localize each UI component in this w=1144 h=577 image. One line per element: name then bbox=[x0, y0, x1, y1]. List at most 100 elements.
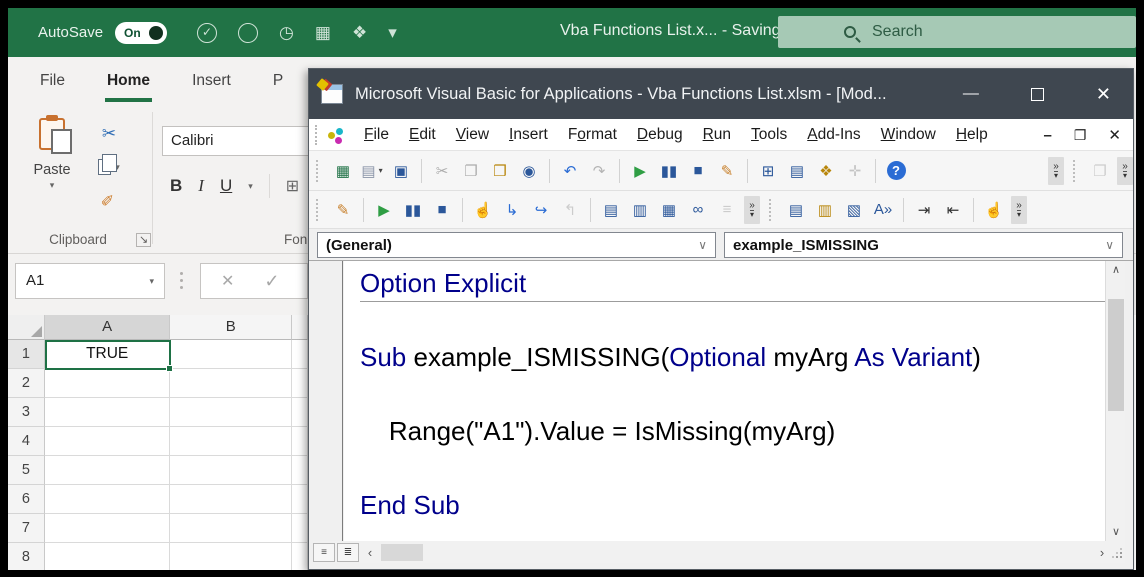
immediate-window-icon[interactable]: ▥ bbox=[628, 197, 652, 222]
tab-home[interactable]: Home bbox=[105, 72, 152, 102]
toolbar-grip[interactable] bbox=[1073, 160, 1079, 182]
call-stack-icon[interactable]: ≡ bbox=[715, 197, 739, 222]
cell-b1[interactable] bbox=[170, 340, 292, 369]
outdent-icon[interactable]: ⇤ bbox=[941, 197, 965, 222]
list-constants-icon[interactable]: ▥ bbox=[813, 197, 837, 222]
mdi-close-button[interactable]: ✕ bbox=[1108, 126, 1121, 144]
font-name-combo[interactable]: Calibri bbox=[162, 126, 312, 156]
menu-run[interactable]: Run bbox=[693, 122, 741, 148]
row-header-3[interactable]: 3 bbox=[8, 398, 45, 427]
cell-a2[interactable] bbox=[45, 369, 171, 398]
chevron-down-icon[interactable]: ∨ bbox=[698, 238, 707, 252]
cell-partial[interactable] bbox=[292, 398, 308, 427]
vba-titlebar[interactable]: Microsoft Visual Basic for Applications … bbox=[309, 69, 1133, 119]
cut-button[interactable]: ✂ bbox=[92, 122, 126, 146]
toolbar-options-button[interactable] bbox=[1048, 157, 1064, 185]
scroll-right-icon[interactable]: › bbox=[1093, 543, 1111, 562]
insert-userform-icon[interactable]: ▤▾ bbox=[360, 158, 384, 183]
bold-button[interactable]: B bbox=[170, 176, 182, 196]
undo-icon[interactable]: ↶ bbox=[558, 158, 582, 183]
run-icon[interactable]: ▶ bbox=[372, 197, 396, 222]
chevron-down-icon[interactable]: ∨ bbox=[1105, 238, 1114, 252]
italic-button[interactable]: I bbox=[198, 176, 204, 196]
toolbox-icon[interactable]: ✛ bbox=[843, 158, 867, 183]
underline-chevron-icon[interactable]: ▾ bbox=[248, 181, 253, 192]
format-painter-button[interactable]: ✎ bbox=[92, 188, 126, 212]
clock-icon[interactable]: ◷ bbox=[279, 23, 294, 43]
code-editor[interactable]: Option Explicit Sub example_ISMISSING(Op… bbox=[344, 261, 1105, 541]
cell-b8[interactable] bbox=[170, 543, 292, 570]
quick-info-icon[interactable]: ▧ bbox=[842, 197, 866, 222]
cell-a7[interactable] bbox=[45, 514, 171, 543]
vertical-scrollbar-thumb[interactable] bbox=[1108, 299, 1124, 411]
toolbar-grip[interactable] bbox=[316, 160, 322, 182]
row-header-1[interactable]: 1 bbox=[8, 340, 45, 369]
formula-enter-icon[interactable]: ✓ bbox=[264, 271, 279, 292]
copy-button[interactable]: ▾ bbox=[92, 155, 126, 179]
select-all-corner[interactable] bbox=[8, 315, 45, 340]
cell-partial[interactable] bbox=[292, 369, 308, 398]
column-header-partial[interactable] bbox=[292, 315, 308, 340]
sheet-window-icon[interactable]: ▦ bbox=[315, 23, 331, 43]
step-over-icon[interactable]: ↪ bbox=[529, 197, 553, 222]
cell-partial[interactable] bbox=[292, 456, 308, 485]
menu-view[interactable]: View bbox=[446, 122, 499, 148]
bookmark-hand-icon[interactable]: ☝ bbox=[982, 197, 1006, 222]
row-header-8[interactable]: 8 bbox=[8, 543, 45, 570]
scroll-down-icon[interactable]: ∨ bbox=[1106, 523, 1126, 541]
copy-icon[interactable]: ❐ bbox=[459, 158, 483, 183]
search-box[interactable] bbox=[778, 16, 1136, 48]
full-module-view-button[interactable]: ≣ bbox=[337, 543, 359, 562]
search-input[interactable] bbox=[872, 23, 1052, 41]
row-header-4[interactable]: 4 bbox=[8, 427, 45, 456]
cell-a1[interactable]: TRUE bbox=[45, 340, 171, 369]
view-excel-icon[interactable]: ▦ bbox=[331, 158, 355, 183]
quick-watch-icon[interactable]: ∞ bbox=[686, 197, 710, 222]
cell-partial[interactable] bbox=[292, 485, 308, 514]
vertical-scrollbar[interactable]: ∧ ∨ bbox=[1105, 261, 1125, 541]
chevron-down-icon[interactable]: ▾ bbox=[379, 166, 383, 175]
cell-b7[interactable] bbox=[170, 514, 292, 543]
cell-a3[interactable] bbox=[45, 398, 171, 427]
watch-window-icon[interactable]: ▦ bbox=[657, 197, 681, 222]
horizontal-scrollbar[interactable] bbox=[379, 543, 1093, 562]
underline-button[interactable]: U bbox=[220, 176, 232, 196]
cell-a5[interactable] bbox=[45, 456, 171, 485]
menubar-grip[interactable] bbox=[315, 125, 321, 145]
circle-icon[interactable] bbox=[238, 23, 258, 43]
menu-add-ins[interactable]: Add-Ins bbox=[797, 122, 870, 148]
name-box[interactable]: A1 ▾ bbox=[15, 263, 165, 299]
cell-b4[interactable] bbox=[170, 427, 292, 456]
workbook-icon[interactable]: ❖ bbox=[352, 23, 367, 43]
cut-icon[interactable]: ✂ bbox=[430, 158, 454, 183]
menu-window[interactable]: Window bbox=[871, 122, 946, 148]
tab-p[interactable]: P bbox=[271, 72, 285, 102]
row-header-5[interactable]: 5 bbox=[8, 456, 45, 485]
procedure-dropdown[interactable]: example_ISMISSING ∨ bbox=[724, 232, 1123, 258]
tab-file[interactable]: File bbox=[38, 72, 67, 102]
tab-insert[interactable]: Insert bbox=[190, 72, 233, 102]
toolbar-grip[interactable] bbox=[769, 199, 775, 221]
menu-format[interactable]: Format bbox=[558, 122, 627, 148]
formula-bar[interactable]: ✕ ✓ bbox=[200, 263, 308, 299]
run-macro-icon[interactable]: ▶ bbox=[628, 158, 652, 183]
minimize-button[interactable]: — bbox=[963, 85, 979, 103]
mdi-restore-button[interactable]: ❐ bbox=[1074, 127, 1087, 144]
reset-icon[interactable]: ■ bbox=[686, 158, 710, 183]
toolbar-options-button[interactable] bbox=[1011, 196, 1027, 224]
autosave-toggle[interactable]: On bbox=[115, 22, 167, 44]
mdi-minimize-button[interactable]: – bbox=[1044, 127, 1052, 144]
object-dropdown[interactable]: (General) ∨ bbox=[317, 232, 716, 258]
cell-b2[interactable] bbox=[170, 369, 292, 398]
step-out-icon[interactable]: ↰ bbox=[558, 197, 582, 222]
cell-b6[interactable] bbox=[170, 485, 292, 514]
list-properties-icon[interactable]: ▤ bbox=[784, 197, 808, 222]
menu-insert[interactable]: Insert bbox=[499, 122, 558, 148]
column-header-a[interactable]: A bbox=[45, 315, 171, 340]
paste-chevron-icon[interactable]: ▾ bbox=[20, 180, 84, 191]
horizontal-scrollbar-thumb[interactable] bbox=[381, 544, 423, 561]
cell-a6[interactable] bbox=[45, 485, 171, 514]
toggle-breakpoint-icon[interactable]: ☝ bbox=[471, 197, 495, 222]
row-header-7[interactable]: 7 bbox=[8, 514, 45, 543]
step-into-icon[interactable]: ↳ bbox=[500, 197, 524, 222]
